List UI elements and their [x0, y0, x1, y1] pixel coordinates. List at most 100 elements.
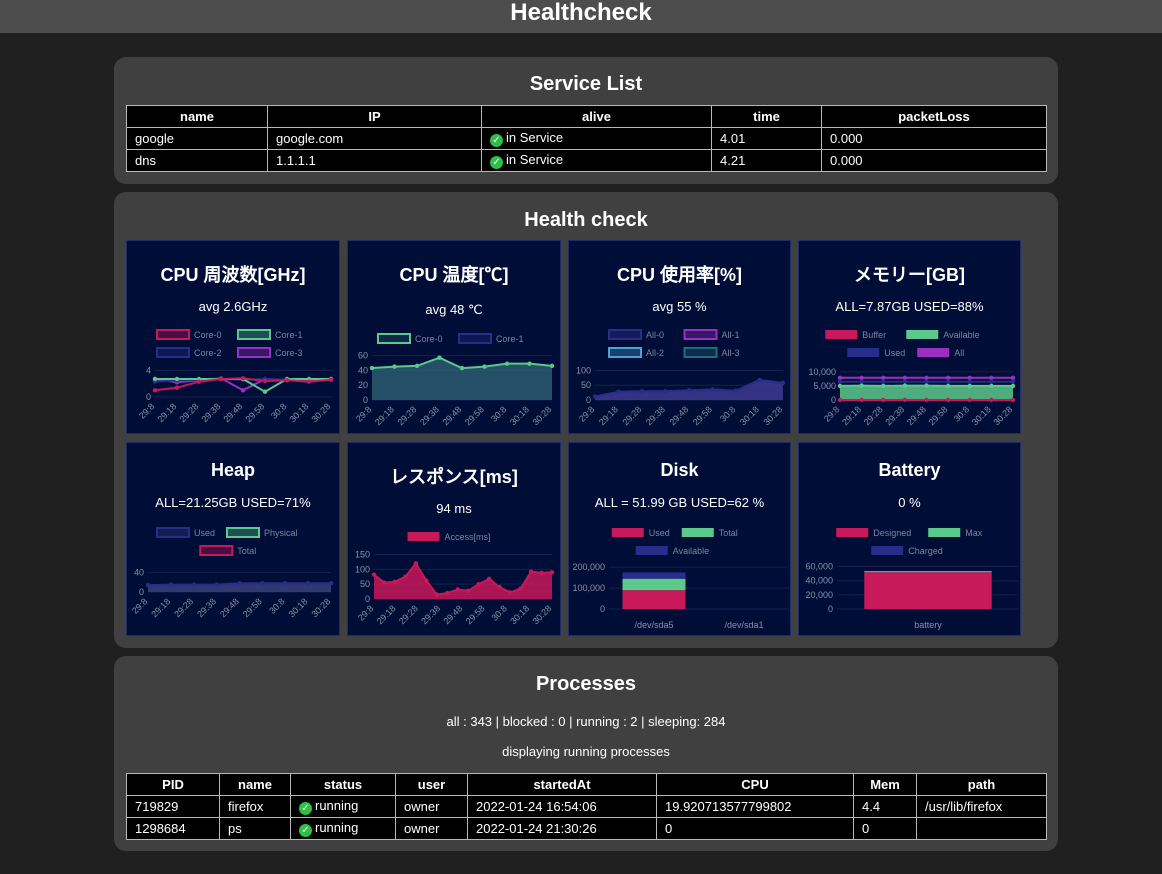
point-core-0	[369, 365, 375, 371]
col-pid: PID	[126, 773, 220, 796]
process-pid: 719829	[126, 795, 220, 818]
legend-swatch-used	[847, 348, 880, 357]
y-tick-label: 4	[146, 365, 151, 375]
y-tick-label: 50	[360, 579, 370, 589]
point-access-ms	[476, 581, 481, 587]
x-tick-label: 29:28	[177, 401, 200, 424]
point-all	[902, 375, 908, 381]
point-all	[1010, 375, 1016, 381]
point-all	[967, 375, 972, 381]
check-circle-icon: ✓	[299, 802, 312, 815]
point-core-0	[482, 364, 487, 369]
process-summary: all : 343 | blocked : 0 | running : 2 | …	[446, 714, 726, 729]
process-status: ✓ running	[290, 795, 396, 818]
point-access-ms	[455, 587, 460, 592]
point-used	[328, 580, 334, 586]
x-tick-label: 30:18	[508, 404, 531, 427]
x-tick-label: 29:8	[130, 596, 149, 615]
process-note: displaying running processes	[502, 744, 670, 759]
point-used	[283, 580, 288, 586]
process-cpu: 0	[656, 817, 854, 840]
y-tick-label: 20,000	[805, 590, 833, 600]
x-tick-label: 29:58	[243, 401, 266, 424]
point-buffer	[967, 397, 972, 403]
legend-label-core-2: Core-2	[194, 348, 222, 358]
y-tick-label: 10,000	[808, 367, 836, 377]
legend-label-used: Used	[194, 528, 215, 538]
point-all-0	[780, 380, 786, 386]
y-tick-label: 0	[831, 395, 836, 405]
legend-swatch-available	[906, 330, 939, 339]
point-used	[924, 379, 929, 384]
point-access-ms	[466, 588, 471, 593]
x-tick-label: 29:58	[463, 404, 486, 427]
legend-label-core-3: Core-3	[275, 348, 303, 358]
y-tick-label: 5,000	[813, 381, 836, 391]
table-row: 1298684 ps ✓ running owner 2022-01-24 21:…	[126, 817, 1047, 840]
point-core-0	[174, 385, 180, 390]
service-alive: ✓ in Service	[481, 149, 712, 172]
process-table: PID name status user startedAt CPU Mem p…	[126, 773, 1047, 840]
point-all	[945, 375, 951, 381]
legend-label-all-3: All-3	[722, 348, 740, 358]
process-name: firefox	[219, 795, 291, 818]
process-path	[916, 817, 1047, 840]
col-status: status	[290, 773, 396, 796]
bar-designed	[864, 572, 992, 609]
x-tick-label: 29:58	[927, 404, 950, 427]
x-tick-label: 29:48	[218, 596, 241, 619]
service-table: name IP alive time packetLoss google goo…	[126, 105, 1047, 172]
y-tick-label: 40	[134, 567, 144, 577]
x-tick-label: 29:8	[577, 404, 596, 423]
point-used	[945, 379, 951, 384]
point-used	[1010, 379, 1016, 384]
legend-swatch-core-1	[458, 333, 492, 344]
legend-swatch-max	[928, 528, 961, 537]
point-core-1	[152, 376, 158, 382]
check-circle-icon: ✓	[299, 824, 312, 837]
x-tick-label: 29:28	[397, 603, 420, 626]
legend-label-core-0: Core-0	[194, 330, 222, 340]
table-row: google google.com ✓ in Service 4.01 0.000	[126, 127, 1047, 150]
legend-label-core-0: Core-0	[415, 334, 443, 344]
legend-label-core-1: Core-1	[496, 334, 524, 344]
col-alive: alive	[481, 105, 712, 128]
y-tick-label: 40,000	[805, 576, 833, 586]
x-tick-label: 29:18	[597, 404, 620, 427]
chart-card-memory: メモリー[GB] ALL=7.87GB USED=88% Buffer Avail…	[798, 240, 1021, 434]
y-tick-label: 0	[363, 395, 368, 405]
y-tick-label: 200,000	[572, 562, 605, 572]
point-core-0	[262, 378, 268, 384]
point-used	[214, 582, 219, 587]
legend-swatch-core-2	[156, 347, 190, 358]
legend-label-core-1: Core-1	[275, 330, 303, 340]
alive-label: in Service	[506, 130, 564, 145]
point-core-0	[284, 378, 290, 383]
legend-label-available: Available	[943, 330, 979, 340]
legend-swatch-available	[635, 546, 668, 555]
x-tick-label: 30:28	[991, 404, 1014, 427]
status-label: running	[315, 798, 359, 813]
point-core-1	[174, 376, 180, 382]
point-used	[168, 582, 174, 587]
x-tick-label: 30:18	[970, 404, 993, 427]
col-cpu: CPU	[656, 773, 854, 796]
x-tick-label: 29:28	[172, 596, 195, 619]
col-mem: Mem	[853, 773, 917, 796]
legend-swatch-used	[611, 528, 644, 537]
point-core-0	[196, 379, 202, 384]
y-tick-label: 60,000	[805, 562, 833, 572]
legend-swatch-core-0	[156, 329, 190, 340]
process-status: ✓ running	[290, 817, 396, 840]
process-path: /usr/lib/firefox	[916, 795, 1047, 818]
service-list-panel: Service List name IP alive time packetLo…	[114, 57, 1058, 184]
point-used	[967, 379, 972, 384]
point-buffer	[881, 397, 886, 403]
point-access-ms	[392, 579, 398, 584]
point-used	[237, 580, 242, 586]
point-all-0	[663, 388, 668, 394]
x-tick-label: 29:8	[356, 603, 375, 622]
point-used	[305, 580, 311, 586]
point-core-0	[152, 388, 158, 393]
process-table-header: PID name status user startedAt CPU Mem p…	[126, 773, 1047, 796]
